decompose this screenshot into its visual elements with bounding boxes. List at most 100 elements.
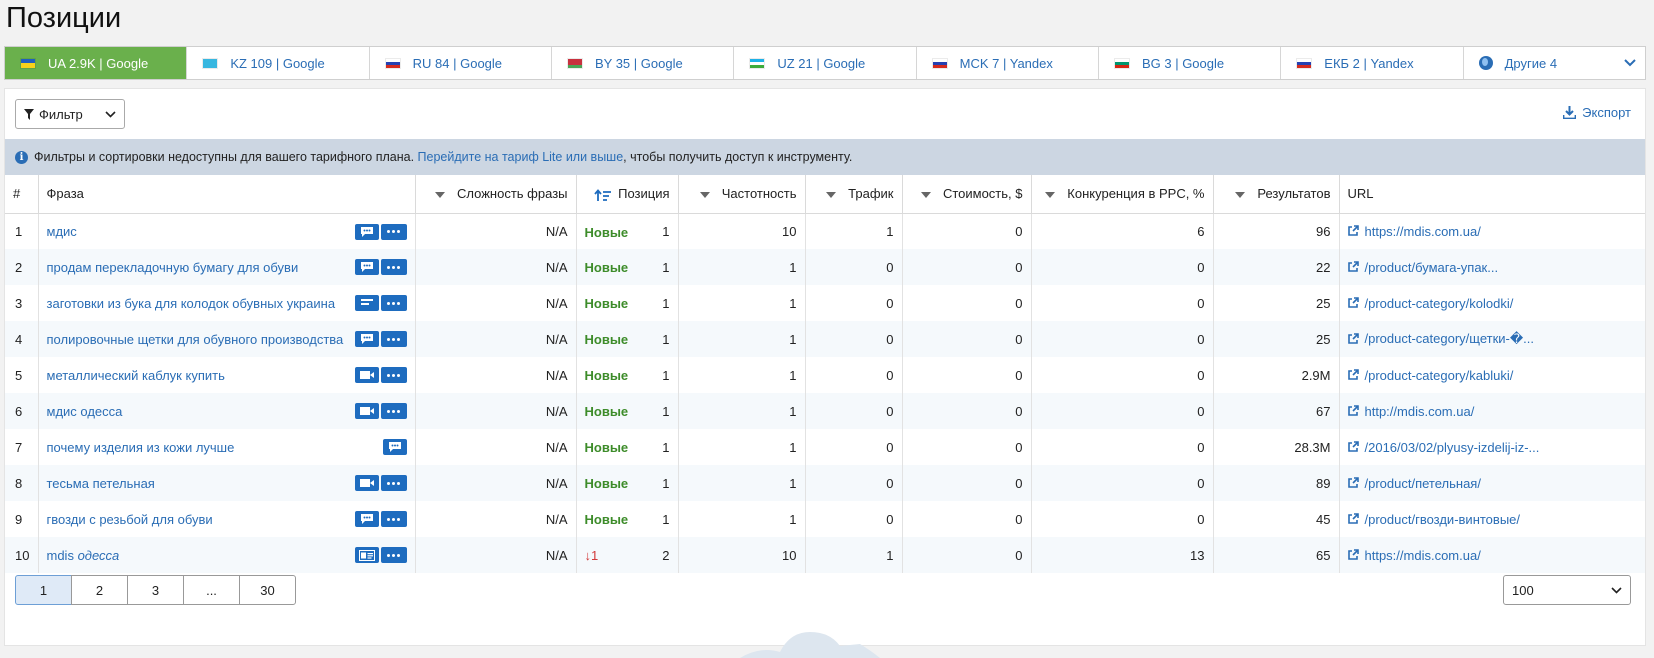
frequency-value: 1 [678,321,806,357]
row-number: 3 [5,285,39,321]
upgrade-link[interactable]: Перейдите на тариф Lite или выше [418,150,624,164]
results-value: 89 [1213,465,1340,501]
url-link[interactable]: /product-category/kolodki/ [1347,296,1513,311]
phrase-link[interactable]: продам перекладочную бумагу для обуви [47,260,299,275]
more-icon[interactable] [380,295,407,311]
sort-down-icon [1045,191,1056,198]
url-cell: /product/бумага-упак... [1339,249,1645,285]
serp-features [354,511,407,527]
phrase-link[interactable]: гвозди с резьбой для обуви [47,512,213,527]
more-icon[interactable] [380,259,407,275]
more-icon[interactable] [380,331,407,347]
url-link[interactable]: https://mdis.com.ua/ [1347,224,1481,239]
knowledge-card-icon[interactable] [354,547,379,563]
external-link-icon [1347,332,1359,347]
more-icon[interactable] [380,367,407,383]
filter-dropdown[interactable]: Фильтр [15,99,125,129]
results-value: 45 [1213,501,1340,537]
chat-icon[interactable] [354,511,379,527]
position-value: 1 [662,223,670,239]
ppc-value: 0 [1031,249,1214,285]
phrase-link[interactable]: полировочные щетки для обувного производ… [47,332,344,347]
snippet-icon[interactable] [354,295,379,311]
cost-value: 0 [902,465,1032,501]
url-link[interactable]: /product-category/щетки-�... [1347,331,1534,347]
url-link[interactable]: /product/бумага-упак... [1347,260,1498,275]
cost-value: 0 [902,285,1032,321]
url-link[interactable]: http://mdis.com.ua/ [1347,404,1474,419]
col-header-position[interactable]: Позиция [576,175,679,214]
phrase-cell: полировочные щетки для обувного производ… [38,321,416,357]
phrase-cell: тесьма петельная [38,465,416,501]
region-tab-4[interactable]: BY 35 | Google [552,47,735,79]
phrase-link[interactable]: тесьма петельная [47,476,155,491]
col-header-results[interactable]: Результатов [1213,175,1340,214]
region-tab-8[interactable]: ЕКБ 2 | Yandex [1281,47,1464,79]
external-link-icon [1347,512,1359,527]
url-link[interactable]: /2016/03/02/plyusy-izdelij-iz-... [1347,440,1539,455]
video-icon[interactable] [354,403,379,419]
region-tab-7[interactable]: BG 3 | Google [1099,47,1282,79]
export-button[interactable]: Экспорт [1563,105,1631,120]
url-link[interactable]: /product/гвозди-винтовые/ [1347,512,1520,527]
url-cell: http://mdis.com.ua/ [1339,393,1645,429]
chat-icon[interactable] [354,223,379,240]
page-button[interactable]: 30 [239,575,296,605]
phrase-link[interactable]: мдис [47,224,77,239]
more-icon[interactable] [380,475,407,491]
difficulty-value: N/A [415,429,577,465]
url-link[interactable]: /product/петельная/ [1347,476,1481,491]
phrase-link[interactable]: mdis одесса [47,548,120,563]
region-tab-9[interactable]: Другие 4 [1464,47,1645,79]
region-tab-6[interactable]: MCK 7 | Yandex [917,47,1099,79]
sort-ascending-icon [594,188,612,201]
url-link[interactable]: /product-category/kabluki/ [1347,368,1513,383]
serp-features [382,439,407,455]
phrase-cell: гвозди с резьбой для обуви [38,501,416,537]
col-header-cost[interactable]: Стоимость, $ [902,175,1032,214]
results-value: 67 [1213,393,1340,429]
flag-icon [1296,57,1313,69]
phrase-link[interactable]: металлический каблук купить [47,368,225,383]
col-header-traffic[interactable]: Трафик [805,175,903,214]
region-tab-5[interactable]: UZ 21 | Google [734,47,917,79]
region-tab-1[interactable]: UA 2.9K | Google [5,47,188,79]
col-header-difficulty[interactable]: Сложность фразы [415,175,577,214]
ppc-value: 0 [1031,393,1214,429]
chevron-down-icon [1624,59,1636,67]
video-icon[interactable] [354,475,379,491]
col-header-frequency[interactable]: Частотность [678,175,806,214]
per-page-select[interactable]: 100 [1503,575,1631,605]
region-tab-2[interactable]: KZ 109 | Google [187,47,370,79]
chat-icon[interactable] [382,439,407,455]
traffic-value: 1 [805,213,903,249]
col-header-phrase[interactable]: Фраза [38,175,416,214]
video-icon[interactable] [354,367,379,383]
page-button[interactable]: ... [183,575,240,605]
ppc-value: 0 [1031,501,1214,537]
page-button[interactable]: 3 [127,575,184,605]
phrase-link[interactable]: почему изделия из кожи лучше [47,440,235,455]
more-icon[interactable] [380,547,407,563]
position-cell: Новые 1 [576,285,679,321]
row-number: 10 [5,537,39,573]
serp-features [354,259,407,275]
plan-notice: i Фильтры и сортировки недоступны для ва… [5,139,1645,175]
page-button[interactable]: 1 [15,575,72,605]
more-icon[interactable] [380,403,407,419]
url-link[interactable]: https://mdis.com.ua/ [1347,548,1481,563]
more-icon[interactable] [380,511,407,527]
page-button[interactable]: 2 [71,575,128,605]
more-icon[interactable] [380,223,407,240]
col-header-ppc[interactable]: Конкуренция в PPC, % [1031,175,1214,214]
region-tab-3[interactable]: RU 84 | Google [370,47,552,79]
info-icon: i [15,150,28,164]
phrase-link[interactable]: заготовки из бука для колодок обувных ук… [47,296,336,311]
filter-icon [24,108,34,120]
difficulty-value: N/A [415,321,577,357]
chat-icon[interactable] [354,259,379,275]
phrase-link[interactable]: мдис одесса [47,404,123,419]
sort-down-icon [826,191,837,198]
position-cell: ↓1 2 [576,537,679,573]
chat-icon[interactable] [354,331,379,347]
